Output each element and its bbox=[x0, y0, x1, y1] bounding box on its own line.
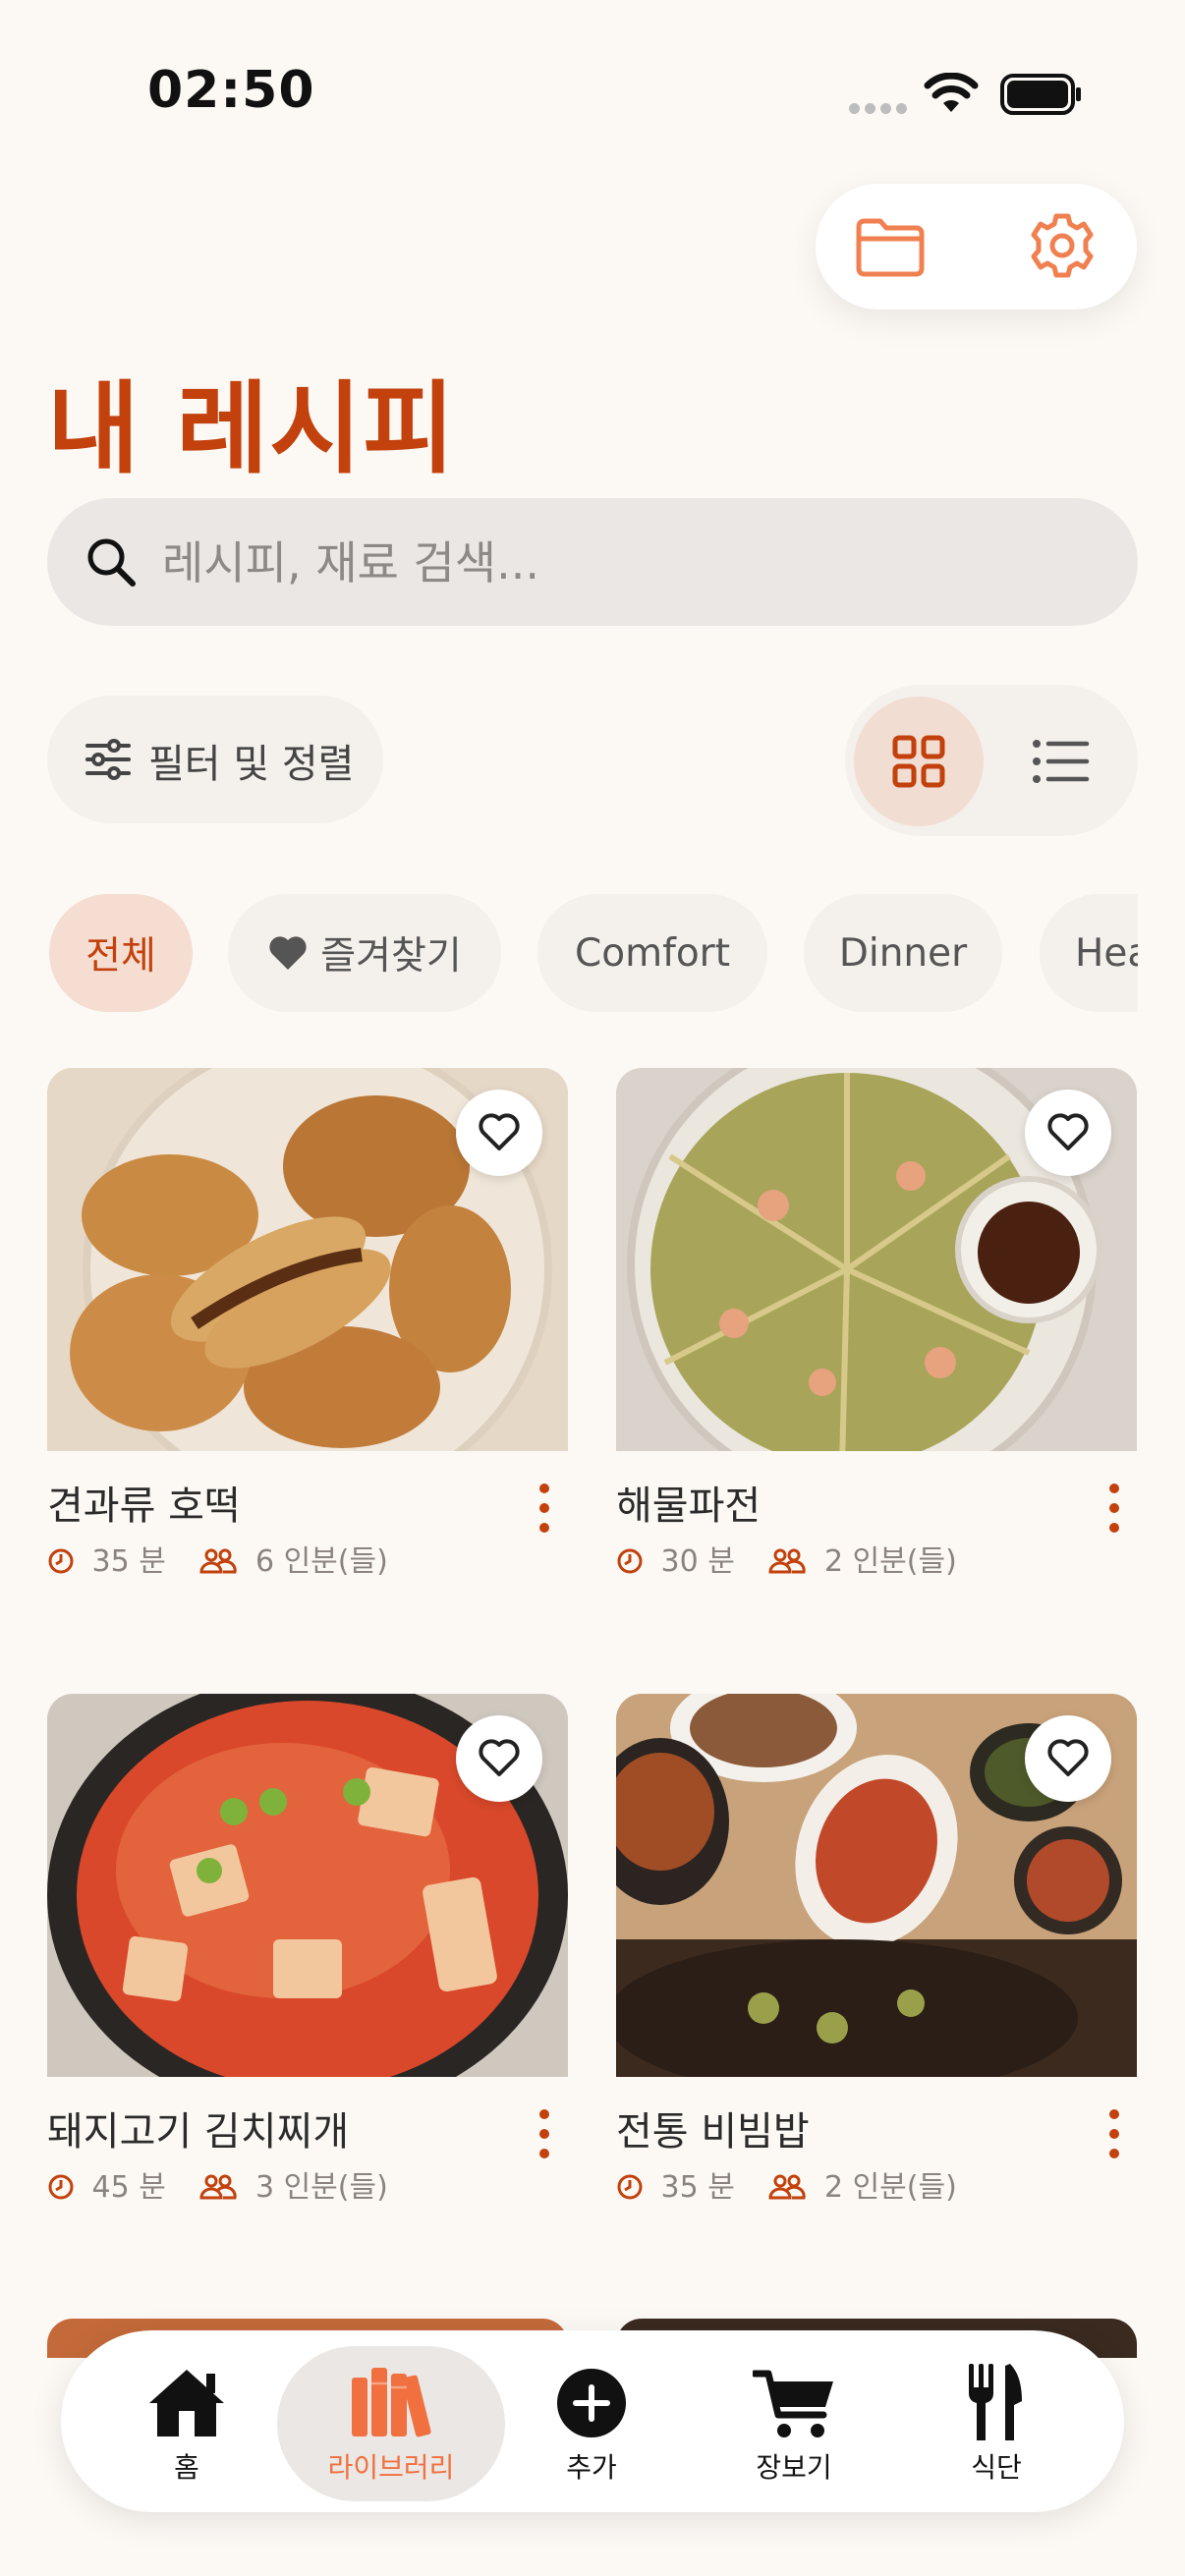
clock-icon bbox=[617, 2174, 643, 2200]
grid-icon bbox=[892, 735, 945, 788]
heart-outline-icon bbox=[479, 1739, 520, 1776]
people-icon bbox=[199, 2174, 238, 2200]
nav-add[interactable]: 추가 bbox=[513, 2330, 670, 2512]
home-icon bbox=[149, 2370, 224, 2436]
chip-label: 전체 bbox=[85, 934, 156, 979]
nav-home-label: 홈 bbox=[174, 2451, 199, 2484]
page-title: 내 레시피 bbox=[47, 371, 456, 488]
search-input[interactable] bbox=[160, 498, 1048, 628]
fork-knife-icon bbox=[969, 2364, 1022, 2440]
gear-icon[interactable] bbox=[1025, 208, 1100, 283]
status-time: 02:50 bbox=[147, 61, 315, 120]
library-books-icon bbox=[352, 2368, 431, 2437]
chip-label: 즐겨찾기 bbox=[320, 934, 462, 979]
chip-dinner[interactable]: Dinner bbox=[804, 894, 1002, 1012]
nav-meal[interactable]: 식단 bbox=[918, 2330, 1075, 2512]
people-icon bbox=[199, 1548, 238, 1574]
chip-label: Comfort bbox=[575, 930, 730, 976]
signal-icon bbox=[845, 93, 914, 123]
clock-icon bbox=[48, 2174, 74, 2200]
filter-sort-button[interactable]: 필터 및 정렬 bbox=[47, 696, 383, 823]
grid-view-button[interactable] bbox=[854, 697, 984, 826]
recipe-servings: 6 인분(들) bbox=[254, 1544, 388, 1579]
top-actions bbox=[816, 184, 1137, 309]
list-view-button[interactable] bbox=[1032, 739, 1091, 784]
chip-all[interactable]: 전체 bbox=[49, 894, 193, 1012]
recipe-meta: 45 분 3 인분(들) bbox=[47, 2162, 388, 2206]
recipe-servings: 2 인분(들) bbox=[823, 1544, 957, 1579]
sliders-icon bbox=[85, 739, 131, 780]
filter-sort-label: 필터 및 정렬 bbox=[148, 742, 355, 787]
nav-library[interactable]: 라이브러리 bbox=[312, 2330, 470, 2512]
chip-favorites[interactable]: 즐겨찾기 bbox=[228, 894, 501, 1012]
nav-shopping[interactable]: 장보기 bbox=[715, 2330, 873, 2512]
chip-comfort[interactable]: Comfort bbox=[537, 894, 767, 1012]
more-options-icon[interactable] bbox=[1104, 2104, 1124, 2163]
bottom-nav: 홈 라이브러리 추가 장보기 식단 bbox=[61, 2330, 1124, 2512]
category-chips: 전체 즐겨찾기 Comfort Dinner Hea bbox=[0, 884, 1138, 1027]
nav-meal-label: 식단 bbox=[971, 2451, 1022, 2484]
search-icon bbox=[87, 538, 136, 587]
recipe-servings: 2 인분(들) bbox=[823, 2170, 957, 2205]
recipe-meta: 35 분 2 인분(들) bbox=[616, 2162, 957, 2206]
recipe-title[interactable]: 전통 비빔밥 bbox=[616, 2100, 810, 2156]
heart-icon bbox=[269, 936, 307, 970]
clock-icon bbox=[617, 1548, 643, 1574]
search-bar[interactable] bbox=[47, 498, 1138, 628]
folder-icon[interactable] bbox=[853, 213, 928, 278]
favorite-button[interactable] bbox=[456, 1090, 542, 1176]
plus-circle-icon bbox=[557, 2369, 626, 2437]
recipe-servings: 3 인분(들) bbox=[254, 2170, 388, 2205]
view-toggle bbox=[845, 685, 1138, 836]
more-options-icon[interactable] bbox=[535, 1479, 554, 1538]
favorite-button[interactable] bbox=[1025, 1090, 1111, 1176]
recipe-time: 35 분 bbox=[91, 1544, 166, 1579]
recipe-title[interactable]: 견과류 호떡 bbox=[47, 1474, 241, 1531]
people-icon bbox=[768, 2174, 807, 2200]
favorite-button[interactable] bbox=[456, 1715, 542, 1802]
recipe-title[interactable]: 해물파전 bbox=[616, 1474, 761, 1531]
recipe-title[interactable]: 돼지고기 김치찌개 bbox=[47, 2100, 349, 2156]
nav-home[interactable]: 홈 bbox=[108, 2330, 265, 2512]
battery-icon bbox=[1000, 74, 1081, 115]
nav-library-label: 라이브러리 bbox=[327, 2451, 455, 2484]
recipe-time: 45 분 bbox=[91, 2170, 166, 2205]
nav-add-label: 추가 bbox=[566, 2451, 617, 2484]
people-icon bbox=[768, 1548, 807, 1574]
more-options-icon[interactable] bbox=[1104, 1479, 1124, 1538]
chip-health[interactable]: Hea bbox=[1040, 894, 1138, 1012]
heart-outline-icon bbox=[479, 1113, 520, 1150]
favorite-button[interactable] bbox=[1025, 1715, 1111, 1802]
heart-outline-icon bbox=[1047, 1113, 1089, 1150]
heart-outline-icon bbox=[1047, 1739, 1089, 1776]
more-options-icon[interactable] bbox=[535, 2104, 554, 2163]
chip-label: Dinner bbox=[838, 930, 968, 976]
nav-shopping-label: 장보기 bbox=[756, 2451, 832, 2484]
wifi-icon bbox=[924, 73, 979, 112]
clock-icon bbox=[48, 1548, 74, 1574]
recipe-time: 35 분 bbox=[660, 2170, 735, 2205]
recipe-time: 30 분 bbox=[660, 1544, 735, 1579]
cart-icon bbox=[753, 2370, 833, 2437]
chip-label: Hea bbox=[1075, 930, 1138, 976]
recipe-meta: 30 분 2 인분(들) bbox=[616, 1537, 957, 1580]
recipe-meta: 35 분 6 인분(들) bbox=[47, 1537, 388, 1580]
